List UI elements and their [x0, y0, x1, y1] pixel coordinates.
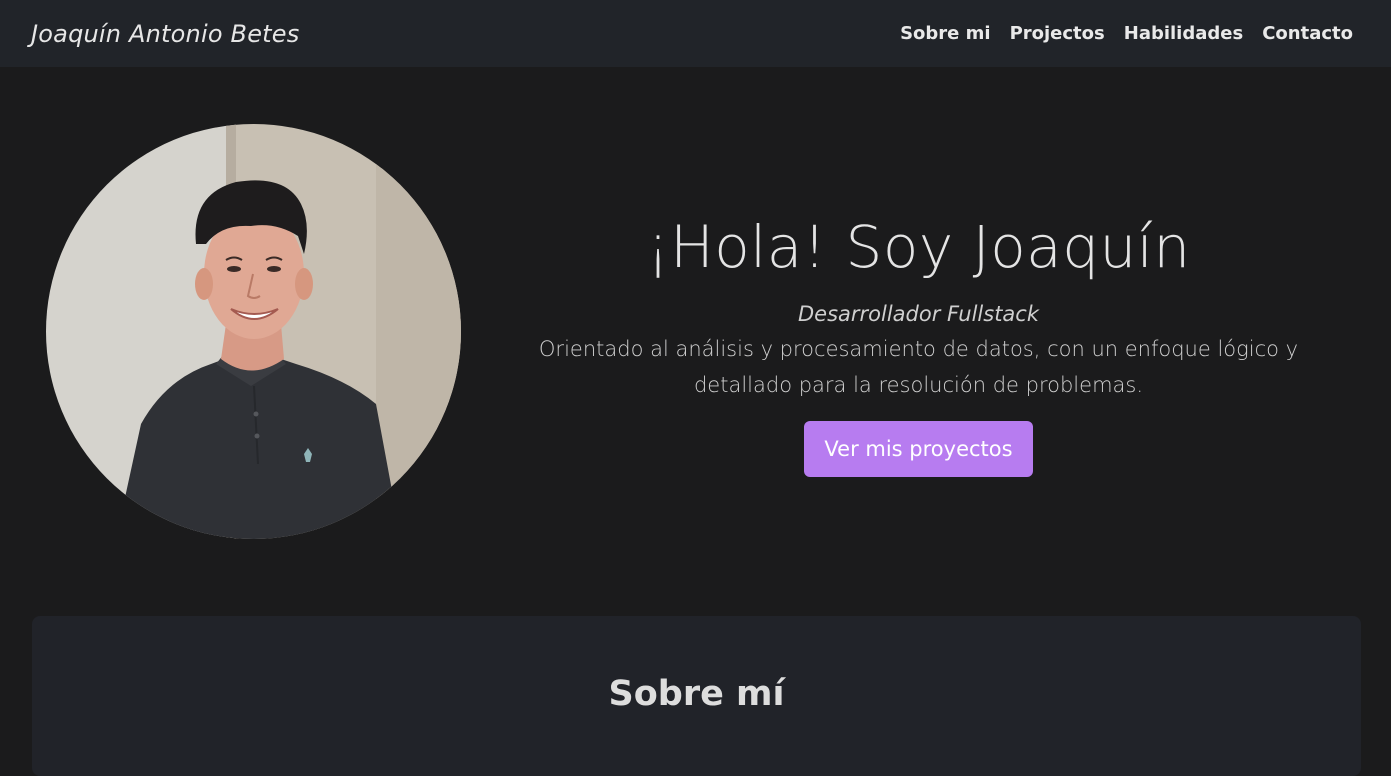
about-section: Sobre mí — [32, 616, 1361, 776]
hero-text: ¡Hola! Soy Joaquín Desarrollador Fullsta… — [490, 207, 1347, 477]
nav-links: Sobre mi Projectos Habilidades Contacto — [900, 23, 1353, 44]
hero-description: Orientado al análisis y procesamiento de… — [538, 337, 1299, 397]
hero-title: ¡Hola! Soy Joaquín — [646, 213, 1191, 281]
top-navbar: Joaquín Antonio Betes Sobre mi Projectos… — [0, 0, 1391, 67]
profile-photo — [46, 124, 461, 539]
profile-photo-illustration — [46, 124, 461, 539]
nav-link-contacto[interactable]: Contacto — [1262, 23, 1353, 44]
nav-link-habilidades[interactable]: Habilidades — [1124, 23, 1243, 44]
hero-section: ¡Hola! Soy Joaquín Desarrollador Fullsta… — [0, 67, 1391, 617]
brand-name[interactable]: Joaquín Antonio Betes — [31, 20, 299, 48]
nav-link-projectos[interactable]: Projectos — [1010, 23, 1105, 44]
nav-link-sobre-mi[interactable]: Sobre mi — [900, 23, 991, 44]
about-title: Sobre mí — [608, 674, 785, 714]
view-projects-button[interactable]: Ver mis proyectos — [804, 421, 1033, 477]
hero-subtitle: Desarrollador Fullstack — [798, 302, 1039, 326]
